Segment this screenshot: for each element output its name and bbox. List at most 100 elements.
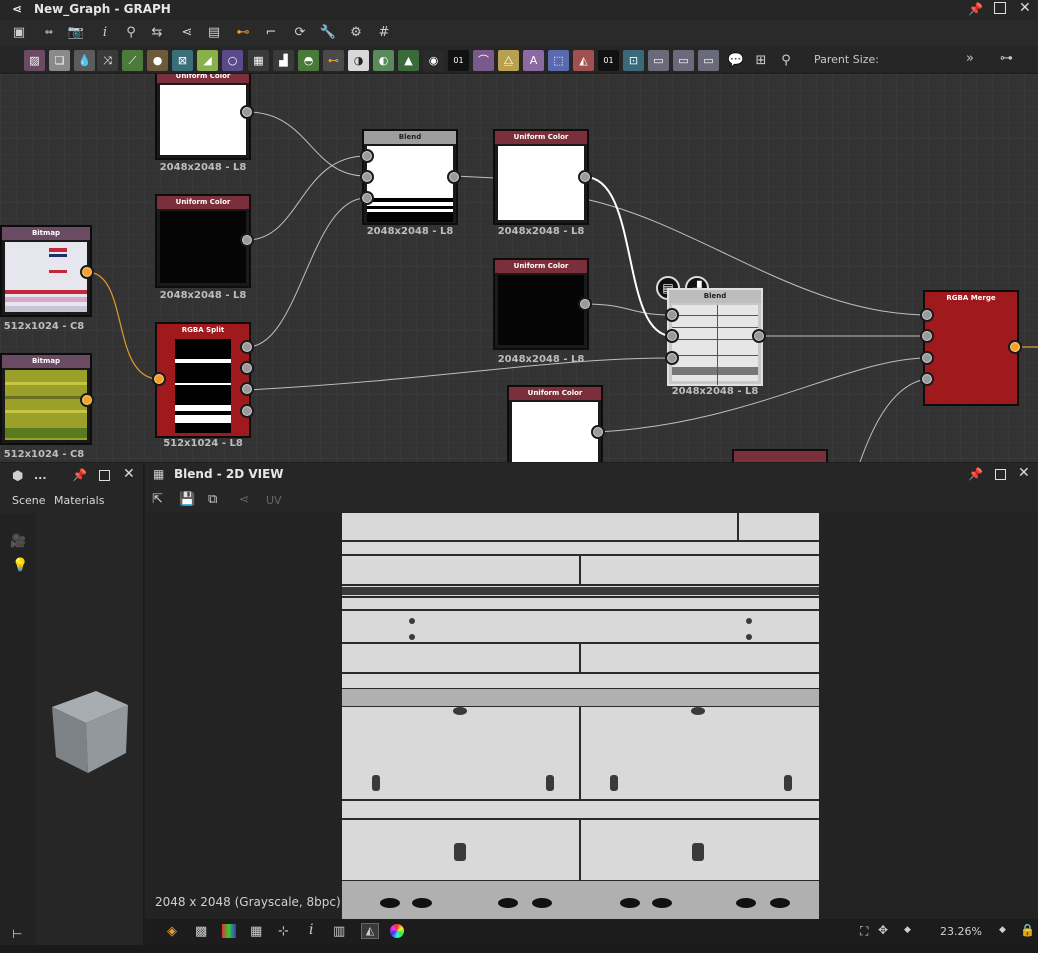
close-icon[interactable]: ✕	[1018, 465, 1030, 481]
copy-icon[interactable]: ⧉	[208, 492, 217, 507]
link-icon[interactable]: ⊷	[234, 24, 252, 42]
input-icon[interactable]: ▭	[648, 50, 669, 71]
bitmap-node-2[interactable]: Bitmap	[0, 353, 92, 445]
pin-node-icon[interactable]: ⚲	[777, 52, 795, 70]
uniform-color-node-1[interactable]: Uniform Color	[155, 74, 251, 160]
histogram-icon[interactable]: ▥	[333, 924, 345, 939]
input-port-foreground[interactable]	[360, 170, 374, 184]
maximize-icon[interactable]	[995, 469, 1006, 480]
partial-node[interactable]	[732, 449, 828, 462]
output-port[interactable]	[752, 329, 766, 343]
output-port-r[interactable]	[240, 340, 254, 354]
output-port-g[interactable]	[240, 361, 254, 375]
bitmap-node-icon[interactable]: ▨	[24, 50, 45, 71]
zoom-out-icon[interactable]: ◆	[904, 925, 911, 935]
view-canvas[interactable]: 2048 x 2048 (Grayscale, 8bpc)	[145, 513, 1038, 919]
output-port[interactable]	[80, 393, 94, 407]
curve-tool-icon[interactable]: ⌒	[473, 50, 494, 71]
output-port[interactable]	[1008, 340, 1022, 354]
connector-icon[interactable]: ⌐	[262, 24, 280, 42]
input-port[interactable]	[152, 372, 166, 386]
layers-icon[interactable]: ◈	[167, 924, 177, 939]
warp-icon[interactable]: ⊠	[172, 50, 193, 71]
overflow-chevron-icon[interactable]: »	[966, 51, 974, 66]
fit-1-1-icon[interactable]: ⇔	[38, 24, 60, 42]
uniform-color-node-5[interactable]: Uniform Color	[507, 385, 603, 462]
checkerboard-icon[interactable]: ▩	[195, 924, 207, 939]
uniform-color-node-3[interactable]: Uniform Color	[493, 129, 589, 225]
slider-icon[interactable]: ⊷	[323, 50, 344, 71]
output-port-b[interactable]	[240, 382, 254, 396]
fx-map-icon[interactable]: 01	[598, 50, 619, 71]
input-port-a[interactable]	[920, 372, 934, 386]
lock-icon[interactable]: 🔒	[1020, 923, 1035, 937]
output-port[interactable]	[591, 425, 605, 439]
maximize-icon[interactable]	[994, 2, 1006, 14]
input-port-b[interactable]	[920, 351, 934, 365]
input-port-background[interactable]	[360, 149, 374, 163]
curve-icon[interactable]: ⟋	[122, 50, 143, 71]
bitmap-node-1[interactable]: Bitmap	[0, 225, 92, 317]
grid-icon[interactable]: ▦	[248, 50, 269, 71]
align-icon[interactable]: ⇆	[148, 24, 166, 42]
zoom-in-icon[interactable]: ◆	[999, 925, 1006, 935]
transform-icon[interactable]: ⬚	[548, 50, 569, 71]
video-camera-icon[interactable]: 🎥	[10, 534, 26, 549]
input-port-g[interactable]	[920, 329, 934, 343]
value-icon[interactable]: ▭	[698, 50, 719, 71]
gradient-icon[interactable]: ◢	[197, 50, 218, 71]
hsl-icon[interactable]: ◐	[373, 50, 394, 71]
gradient-map-icon[interactable]: ▟	[273, 50, 294, 71]
color-channels-icon[interactable]	[222, 924, 236, 938]
color-picker-icon[interactable]: ◭	[361, 923, 379, 939]
pin-icon[interactable]: 📌	[968, 2, 983, 16]
output-port[interactable]	[578, 170, 592, 184]
graph-canvas[interactable]: Uniform Color 2048x2048 - L8 Uniform Col…	[0, 74, 1038, 462]
close-icon[interactable]: ✕	[123, 466, 135, 482]
droplet-icon[interactable]: 💧	[74, 50, 95, 71]
rgba-merge-node[interactable]: RGBA Merge	[923, 290, 1019, 406]
rgba-split-node[interactable]: RGBA Split	[155, 322, 251, 438]
search-icon[interactable]: ⚲	[122, 24, 140, 42]
tile-icon[interactable]: ⊡	[623, 50, 644, 71]
pixel-processor-icon[interactable]: 01	[448, 50, 469, 71]
channel-icon[interactable]: ◑	[348, 50, 369, 71]
input-port-mask[interactable]	[360, 191, 374, 205]
preview-cube[interactable]	[48, 691, 130, 775]
tiling-icon[interactable]: ⊹	[278, 924, 289, 939]
output-icon[interactable]: ▭	[673, 50, 694, 71]
lightbulb-icon[interactable]: 💡	[12, 558, 28, 573]
uv-toggle[interactable]: UV	[266, 494, 282, 507]
export-icon[interactable]: ⇱	[152, 492, 163, 507]
camera-icon[interactable]: 📷	[67, 24, 85, 42]
save-icon[interactable]: 💾	[179, 492, 195, 507]
fit-view-icon[interactable]: ⛶	[860, 924, 868, 939]
zoom-level[interactable]: 23.26%	[940, 925, 982, 938]
mirror-icon[interactable]: ⧋	[498, 50, 519, 71]
color-wheel-icon[interactable]: ◉	[423, 50, 444, 71]
uniform-color-node-2[interactable]: Uniform Color	[155, 194, 251, 288]
uniform-color-node-4[interactable]: Uniform Color	[493, 258, 589, 350]
comment-icon[interactable]: 💬	[727, 52, 745, 70]
grid-snap-icon[interactable]: #	[375, 24, 393, 42]
histogram-icon[interactable]: ▲	[398, 50, 419, 71]
pan-icon[interactable]: ✥	[878, 923, 888, 937]
output-port-a[interactable]	[240, 404, 254, 418]
settings-node-icon[interactable]: ⚙	[347, 24, 365, 42]
hierarchy-icon[interactable]: ⋖	[178, 24, 196, 42]
input-port-mask[interactable]	[665, 351, 679, 365]
shuffle-icon[interactable]: ⤨	[97, 50, 118, 71]
share-icon[interactable]: ⋖	[239, 492, 249, 506]
info-icon[interactable]: i	[96, 24, 114, 42]
pin-icon[interactable]: 📌	[968, 467, 983, 481]
wrench-icon[interactable]: 🔧	[319, 24, 337, 42]
blend-drop-icon[interactable]: ●	[147, 50, 168, 71]
frame-all-icon[interactable]: ▣	[10, 24, 28, 42]
tile-grid-icon[interactable]: ▦	[250, 924, 262, 939]
tree-icon[interactable]: ⊢	[12, 927, 22, 941]
levels-icon[interactable]: ◓	[298, 50, 319, 71]
text-icon[interactable]: A	[523, 50, 544, 71]
frame-icon[interactable]: ▤	[205, 24, 223, 42]
refresh-icon[interactable]: ⟳	[291, 24, 309, 42]
svg-node-icon[interactable]: ❏	[49, 50, 70, 71]
